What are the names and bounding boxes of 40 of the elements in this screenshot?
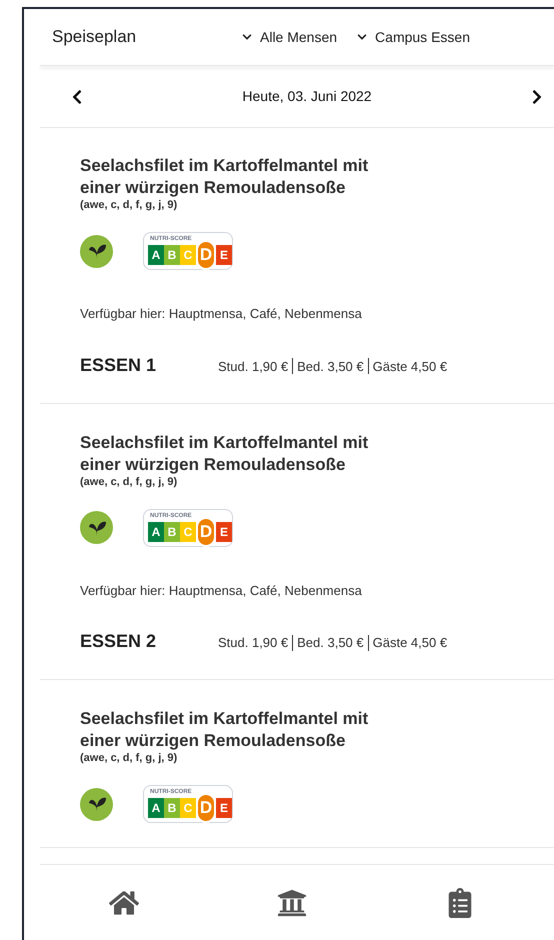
date-label: Heute, 03. Juni 2022 <box>242 87 372 106</box>
price-text: Stud. 1,90 € <box>218 634 288 652</box>
nutri-score-grade: A <box>148 798 164 818</box>
availability-text: Verfügbar hier: Hauptmensa, Café, Nebenmensa <box>80 305 363 323</box>
meal-name: ESSEN 2 <box>80 630 158 653</box>
chevron-down-icon <box>357 32 368 42</box>
nutri-score-grade: E <box>216 245 232 265</box>
allergens-text: (awe, c, d, f, g, j, 9) <box>80 476 178 488</box>
nutri-score-grade: D <box>196 240 216 270</box>
allergens-text: (awe, c, d, f, g, j, 9) <box>80 199 178 212</box>
price-text: Gäste 4,50 € <box>372 358 448 376</box>
nutri-score-grade: C <box>180 522 196 542</box>
nutri-score-grade: B <box>164 798 180 818</box>
nutri-score-grade: D <box>196 793 216 823</box>
next-day-button[interactable] <box>530 88 544 104</box>
filter-dropdown[interactable]: Alle Mensen <box>242 26 338 48</box>
nutri-score-grade: E <box>216 522 232 542</box>
price-text: Gäste 4,50 € <box>372 634 448 652</box>
price-text: Bed. 3,50 € <box>297 358 364 376</box>
availability-text: Verfügbar hier: Hauptmensa, Café, Nebenmensa <box>80 582 363 600</box>
price-text: Bed. 3,50 € <box>297 634 364 652</box>
columned-building-icon[interactable] <box>277 888 307 918</box>
price-text: Stud. 1,90 € <box>218 358 288 376</box>
allergens-text: (awe, c, d, f, g, j, 9) <box>80 752 178 765</box>
nutri-score-grade: B <box>164 522 180 542</box>
meal-title: Seelachsfilet im Kartoffelmantel mit einer würzigen Remouladensoße <box>80 432 370 476</box>
nutri-score-grade: D <box>196 516 216 546</box>
meal-name: ESSEN 1 <box>80 354 158 376</box>
meal-title: Seelachsfilet im Kartoffelmantel mit einer würzigen Remouladensoße <box>80 155 370 199</box>
nutri-score-grade: C <box>180 245 196 265</box>
page-title: Speiseplan <box>52 26 138 48</box>
nutri-score-grade: C <box>180 798 196 818</box>
meal-title: Seelachsfilet im Kartoffelmantel mit einer würzigen Remouladensoße <box>80 708 370 752</box>
nutri-score-grade: B <box>164 245 180 265</box>
nutri-score-grade: A <box>148 522 164 542</box>
filter-dropdown[interactable]: Campus Essen <box>357 26 470 48</box>
previous-day-button[interactable] <box>70 88 84 104</box>
chevron-down-icon <box>242 32 252 42</box>
nutri-score-grade: A <box>148 245 164 265</box>
nutri-score-grade: E <box>216 798 232 818</box>
